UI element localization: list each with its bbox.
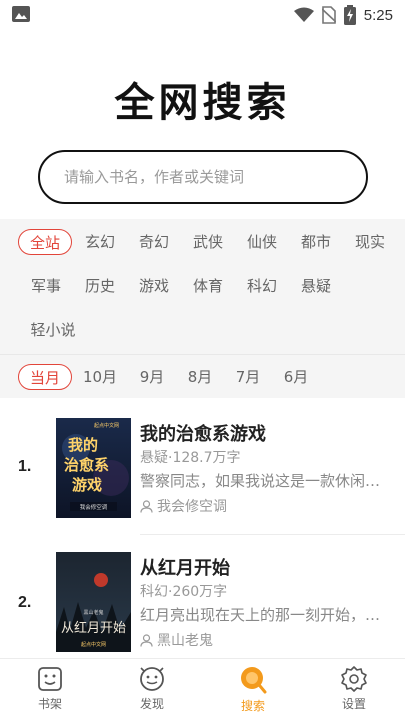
nav-settings[interactable]: 设置 [324,665,384,719]
category-chip[interactable]: 悬疑 [296,273,336,299]
discover-icon [140,667,164,691]
search-box[interactable] [38,150,368,204]
category-chip[interactable]: 玄幻 [80,229,120,255]
bottom-nav: 书架 发现 搜索 设置 [0,658,405,720]
book-rank: 1. [18,458,32,475]
status-time: 5:25 [363,6,393,24]
period-chip[interactable]: 10月 [80,364,120,390]
book-author-name: 黑山老鬼 [157,633,213,649]
category-chip[interactable]: 游戏 [134,273,174,299]
category-row: 轻小说 [0,317,405,347]
period-chip[interactable]: 8月 [180,364,220,390]
category-chip[interactable]: 历史 [80,273,120,299]
book-cover: 黑山老鬼 从红月开始 起点中文网 [56,552,131,652]
wifi-icon [293,7,314,22]
category-row: 全站 玄幻 奇幻 武侠 仙侠 都市 现实 [0,229,405,259]
category-chip[interactable]: 轻小说 [26,317,80,343]
author-icon [140,499,153,513]
bookshelf-icon [38,667,62,691]
nav-label: 搜索 [240,699,265,713]
nav-label: 设置 [341,697,366,711]
settings-icon [341,666,367,692]
category-chip[interactable]: 武侠 [188,229,228,255]
nav-discover[interactable]: 发现 [122,665,182,719]
book-author-name: 我会修空调 [157,499,227,515]
book-author: 我会修空调 [140,496,227,516]
cover-badge: 起点中文网 [81,641,106,648]
cover-badge: 起点中文网 [94,422,119,429]
book-author: 黑山老鬼 [140,630,213,650]
item-separator [140,534,405,535]
period-chip[interactable]: 7月 [228,364,268,390]
nav-search[interactable]: 搜索 [223,665,283,719]
category-chip[interactable]: 体育 [188,273,228,299]
period-chip[interactable]: 9月 [132,364,172,390]
book-description: 红月亮出现在天上的那一刻开始，我就知道 [140,606,390,624]
category-chip-all[interactable]: 全站 [18,229,72,255]
page-title: 全网搜索 [114,80,291,126]
search-input[interactable] [64,168,344,186]
category-row: 军事 历史 游戏 体育 科幻 悬疑 [0,273,405,303]
nav-bookshelf[interactable]: 书架 [20,665,80,719]
book-rank: 2. [18,594,32,611]
no-sim-icon [321,6,336,24]
book-cover: 起点中文网 我的 治愈系 游戏 我会修空调 [56,418,131,518]
period-chip-current[interactable]: 当月 [18,364,72,390]
category-chip[interactable]: 科幻 [242,273,282,299]
category-chip[interactable]: 仙侠 [242,229,282,255]
battery-charging-icon [343,5,356,25]
book-list-item[interactable]: 2. 黑山老鬼 从红月开始 起点中文网 从红月开始 科幻·260万字 红月亮出现… [0,546,405,674]
nav-label: 发现 [139,697,164,711]
book-title: 我的治愈系游戏 [140,424,266,445]
gallery-notification-icon [12,6,30,22]
filter-divider [0,354,405,355]
cover-author: 我会修空调 [80,503,108,511]
book-list-item[interactable]: 1. 起点中文网 我的 治愈系 游戏 我会修空调 我的治愈系游戏 悬疑·128.… [0,412,405,540]
cover-author: 黑山老鬼 [83,609,103,616]
author-icon [140,633,153,647]
category-chip[interactable]: 奇幻 [134,229,174,255]
status-bar: 5:25 [0,0,405,30]
book-meta: 科幻·260万字 [140,584,228,600]
category-chip[interactable]: 现实 [350,229,390,255]
book-meta: 悬疑·128.7万字 [140,450,241,466]
category-chip[interactable]: 军事 [26,273,66,299]
search-icon [241,667,267,694]
book-description: 警察同志，如果我说这是一款休闲治愈系游戏 [140,472,390,490]
filter-panel: 全站 玄幻 奇幻 武侠 仙侠 都市 现实 军事 历史 游戏 体育 科幻 悬疑 轻… [0,219,405,398]
book-title: 从红月开始 [140,558,230,579]
period-chip[interactable]: 6月 [276,364,316,390]
nav-label: 书架 [37,697,62,711]
category-chip[interactable]: 都市 [296,229,336,255]
cover-title: 从红月开始 [61,620,126,636]
period-row: 当月 10月 9月 8月 7月 6月 [0,364,405,394]
